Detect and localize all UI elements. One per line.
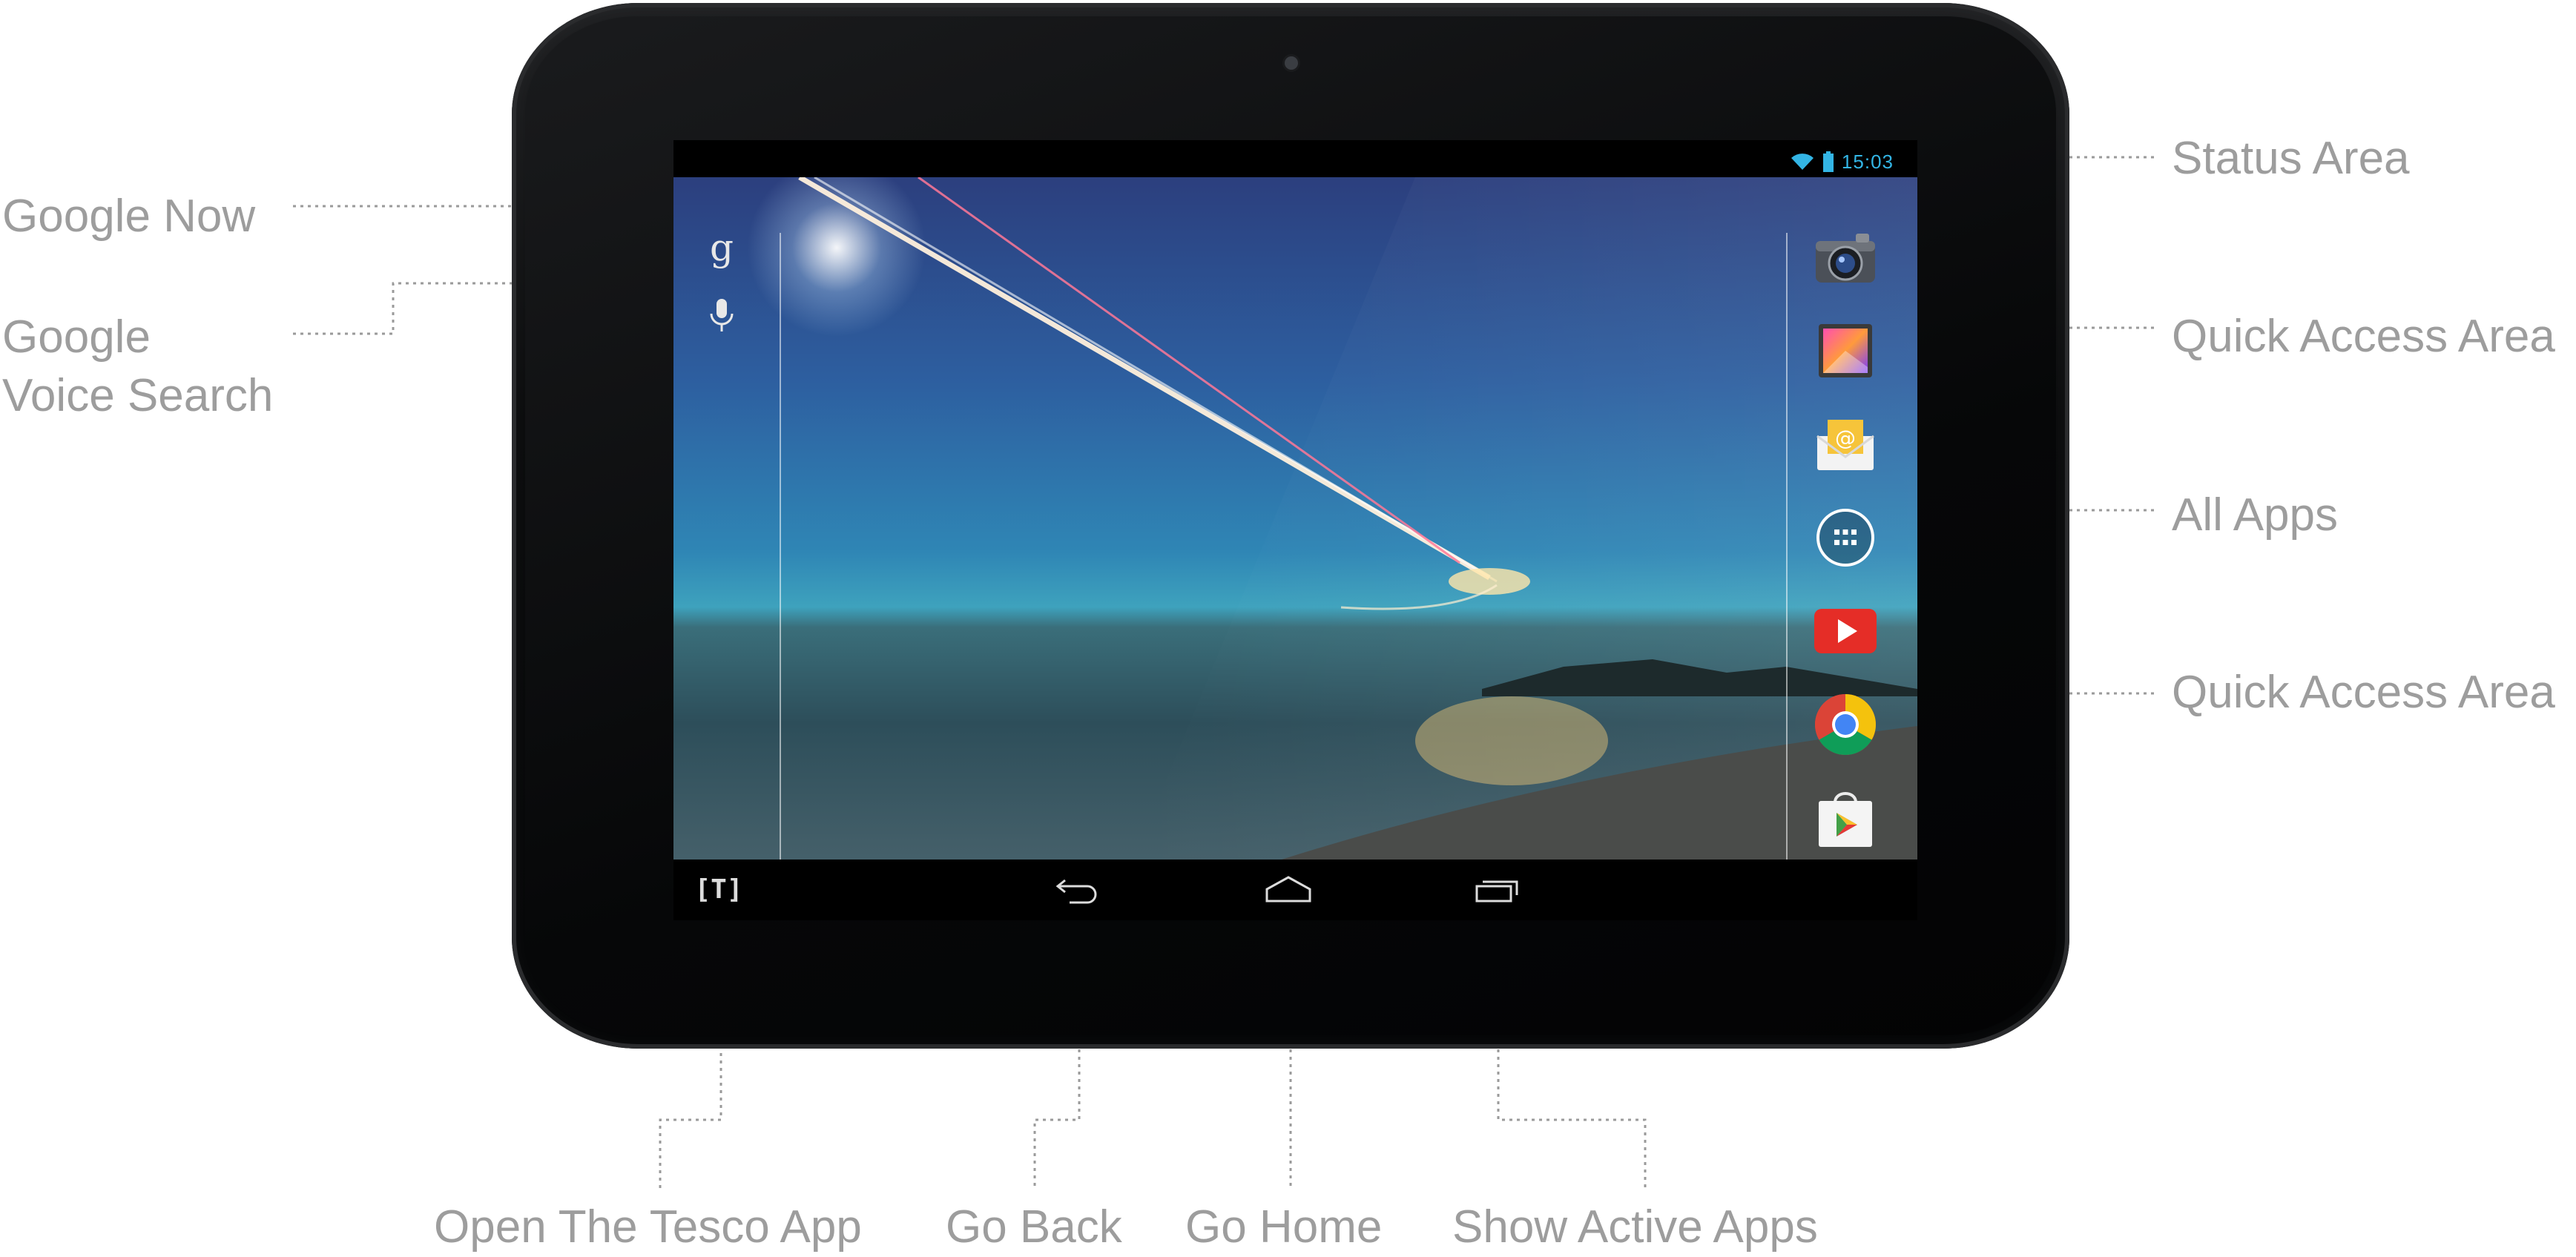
wifi-icon (1791, 154, 1814, 170)
home-wallpaper: g @ (673, 177, 1917, 878)
youtube-icon (1814, 609, 1877, 653)
camera-icon (1816, 234, 1875, 283)
microphone-icon (710, 299, 734, 331)
battery-icon (1822, 151, 1834, 172)
front-camera (1285, 56, 1298, 70)
tablet-device: 15:03 g @ [T] (512, 3, 2069, 1049)
home-button[interactable] (1262, 867, 1314, 911)
status-area[interactable]: 15:03 (1790, 149, 1894, 174)
callout-voice-search-line2: Voice Search (2, 370, 274, 421)
google-search-area: g (696, 222, 748, 358)
back-icon (1055, 879, 1097, 904)
svg-text:@: @ (1835, 426, 1856, 450)
play-store-app-button[interactable] (1810, 782, 1881, 854)
tablet-screen: 15:03 g @ [T] (673, 140, 1917, 920)
search-bar-divider (780, 233, 781, 878)
tesco-app-button[interactable]: [T] (693, 867, 745, 911)
callout-all-apps: All Apps (2172, 489, 2339, 541)
callout-show-active-apps: Show Active Apps (1452, 1201, 1818, 1253)
status-time: 15:03 (1841, 150, 1894, 173)
home-icon (1265, 876, 1311, 903)
callout-status-area: Status Area (2172, 133, 2410, 184)
back-button[interactable] (1052, 867, 1104, 911)
chrome-icon (1815, 694, 1876, 755)
gallery-icon (1819, 324, 1872, 377)
callout-quick-access-top: Quick Access Area (2172, 311, 2555, 362)
callout-open-tesco-app: Open The Tesco App (434, 1201, 862, 1253)
wallpaper-light-trail (798, 177, 1917, 860)
play-store-icon (1819, 792, 1872, 847)
navigation-bar: [T] (673, 860, 1917, 920)
camera-app-button[interactable] (1810, 222, 1881, 293)
google-now-button[interactable]: g (696, 222, 748, 274)
email-icon: @ (1816, 420, 1874, 470)
callout-quick-access-bottom: Quick Access Area (2172, 667, 2555, 718)
all-apps-button[interactable] (1810, 502, 1881, 573)
voice-search-button[interactable] (696, 290, 748, 342)
recent-apps-button[interactable] (1471, 867, 1523, 911)
status-bar: 15:03 (673, 140, 1917, 177)
youtube-app-button[interactable] (1810, 595, 1881, 667)
gallery-app-button[interactable] (1810, 315, 1881, 386)
dock-divider (1786, 233, 1788, 878)
google-g-icon: g (709, 226, 734, 269)
callout-voice-search-line1: Google (2, 311, 151, 363)
tesco-t-icon: [T] (694, 874, 743, 905)
recent-apps-icon (1475, 880, 1518, 903)
callout-go-back: Go Back (946, 1201, 1122, 1253)
email-app-button[interactable]: @ (1810, 409, 1881, 480)
callout-google-now: Google Now (2, 191, 256, 242)
chrome-app-button[interactable] (1810, 689, 1881, 760)
callout-go-home: Go Home (1185, 1201, 1383, 1253)
app-dock: @ (1801, 222, 1890, 876)
all-apps-icon (1816, 509, 1874, 567)
